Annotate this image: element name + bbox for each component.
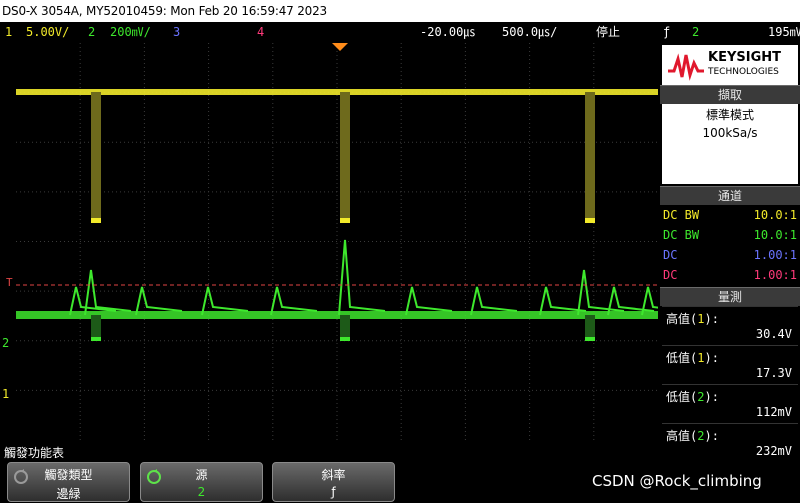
measurement-item[interactable]: 低值(2): 112mV <box>662 384 798 423</box>
trigger-level[interactable]: 195㎷ <box>768 22 800 42</box>
ch1-ground-marker[interactable]: 1 <box>2 387 9 401</box>
channel-row-3[interactable]: DC 1.00:1 <box>660 245 800 265</box>
ch2-pulse-low <box>340 337 350 341</box>
knob-icon <box>14 469 28 484</box>
ch2-ground-marker[interactable]: 2 <box>2 336 9 350</box>
info-side-panel: KEYSIGHT TECHNOLOGIES 擷取 標準模式 100kSa/s 通… <box>660 43 800 462</box>
status-bar: 1 5.00V/ 2 200㎷/ 3 4 -20.00㎲ 500.0㎲/ 停止 … <box>0 22 800 42</box>
softkey-value: ƒ <box>331 485 336 499</box>
horizontal-delay[interactable]: -20.00㎲ <box>420 22 475 42</box>
acquire-mode: 標準模式 <box>705 108 754 122</box>
keysight-wave-icon <box>668 53 704 81</box>
measurement-value: 112mV <box>755 405 792 419</box>
softkey-trigger-type[interactable]: 觸發類型 邊緑 <box>7 462 130 502</box>
channel-probe: 1.00:1 <box>753 248 797 262</box>
logo-text-keysight: KEYSIGHT <box>708 50 781 65</box>
measurement-item[interactable]: 高值(2): 232mV <box>662 423 798 462</box>
measurement-item[interactable]: 低值(1): 17.3V <box>662 345 798 384</box>
window-title: DS0-X 3054A, MY52010459: Mon Feb 20 16:5… <box>2 4 327 18</box>
ch2-pulse-low <box>91 337 101 341</box>
channel-coupling: DC <box>663 248 678 262</box>
channel-row-2[interactable]: DC BW 10.0:1 <box>660 225 800 245</box>
ch1-pulse-body <box>340 92 350 220</box>
ch2-pulse-body <box>585 315 595 339</box>
measurement-channel: 2 <box>697 390 705 404</box>
ch2-pulse-body <box>91 315 101 339</box>
measurement-value: 232mV <box>755 444 792 458</box>
ch1-pulse-body <box>91 92 101 220</box>
softkey-value: 邊緑 <box>56 487 81 501</box>
acquire-info[interactable]: 標準模式 100kSa/s <box>662 104 798 184</box>
csdn-watermark: CSDN @Rock_climbing <box>592 472 762 490</box>
measurement-item[interactable]: 高值(1): 30.4V <box>662 306 798 345</box>
trigger-slope-icon: ƒ <box>663 25 671 39</box>
measurement-channel: 1 <box>697 312 705 326</box>
channel-probe: 10.0:1 <box>753 208 797 222</box>
softkey-menu-title: 觸發功能表 <box>4 446 65 460</box>
measure-header: 量測 <box>660 287 800 306</box>
channel-row-1[interactable]: DC BW 10.0:1 <box>660 205 800 225</box>
ch1-pulse-body <box>585 92 595 220</box>
measurement-label: 高值 <box>666 312 691 326</box>
measurement-label: 低值 <box>666 390 691 404</box>
waveform-display[interactable] <box>16 43 658 440</box>
ch2-pulse-low <box>585 337 595 341</box>
channel-list: DC BW 10.0:1 DC BW 10.0:1 DC 1.00:1 DC 1.00:… <box>660 205 800 285</box>
acquire-header: 擷取 <box>660 85 800 104</box>
channel-probe: 1.00:1 <box>753 268 797 282</box>
measurement-channel: 1 <box>697 351 705 365</box>
ch2-baseline <box>16 311 658 319</box>
softkey-label: 斜率 <box>321 468 346 482</box>
trigger-source[interactable]: 2 <box>692 22 699 42</box>
softkey-value: 2 <box>197 485 206 499</box>
softkey-source[interactable]: 源 2 <box>140 462 263 502</box>
ch1-pulse-low <box>91 218 101 223</box>
ch1-pulse-low <box>340 218 350 223</box>
channel-coupling: DC <box>663 268 678 282</box>
softkey-slope[interactable]: 斜率 ƒ <box>272 462 395 502</box>
ch1-pulse-low <box>585 218 595 223</box>
channel-coupling: DC BW <box>663 208 700 222</box>
measurement-label: 低值 <box>666 351 691 365</box>
measurement-label: 高值 <box>666 429 691 443</box>
ch2-pulse-body <box>340 315 350 339</box>
ch3-number[interactable]: 3 <box>173 22 180 42</box>
channel-row-4[interactable]: DC 1.00:1 <box>660 265 800 285</box>
sample-rate: 100kSa/s <box>702 126 758 140</box>
ch1-high-level <box>16 89 658 95</box>
window-title-bar: DS0-X 3054A, MY52010459: Mon Feb 20 16:5… <box>0 0 800 22</box>
keysight-logo: KEYSIGHT TECHNOLOGIES <box>662 45 798 85</box>
logo-text-technologies: TECHNOLOGIES <box>708 67 779 77</box>
trigger-level-marker[interactable]: T <box>6 276 13 289</box>
ch2-scale[interactable]: 200㎷/ <box>110 22 151 42</box>
measurement-value: 30.4V <box>755 327 792 341</box>
channel-coupling: DC BW <box>663 228 700 242</box>
run-state: 停止 <box>596 25 621 39</box>
timebase-scale[interactable]: 500.0㎲/ <box>502 22 557 42</box>
ch4-number[interactable]: 4 <box>257 22 264 42</box>
measurement-list: 高值(1): 30.4V 低值(1): 17.3V 低值(2): 112mV 高… <box>662 306 798 462</box>
channel-probe: 10.0:1 <box>753 228 797 242</box>
ch1-scale[interactable]: 5.00V/ <box>26 22 69 42</box>
ch2-number[interactable]: 2 <box>88 22 95 42</box>
measurement-value: 17.3V <box>755 366 792 380</box>
knob-icon <box>147 469 161 484</box>
measurement-channel: 2 <box>697 429 705 443</box>
ch1-number[interactable]: 1 <box>5 22 12 42</box>
channels-header: 通道 <box>660 186 800 205</box>
